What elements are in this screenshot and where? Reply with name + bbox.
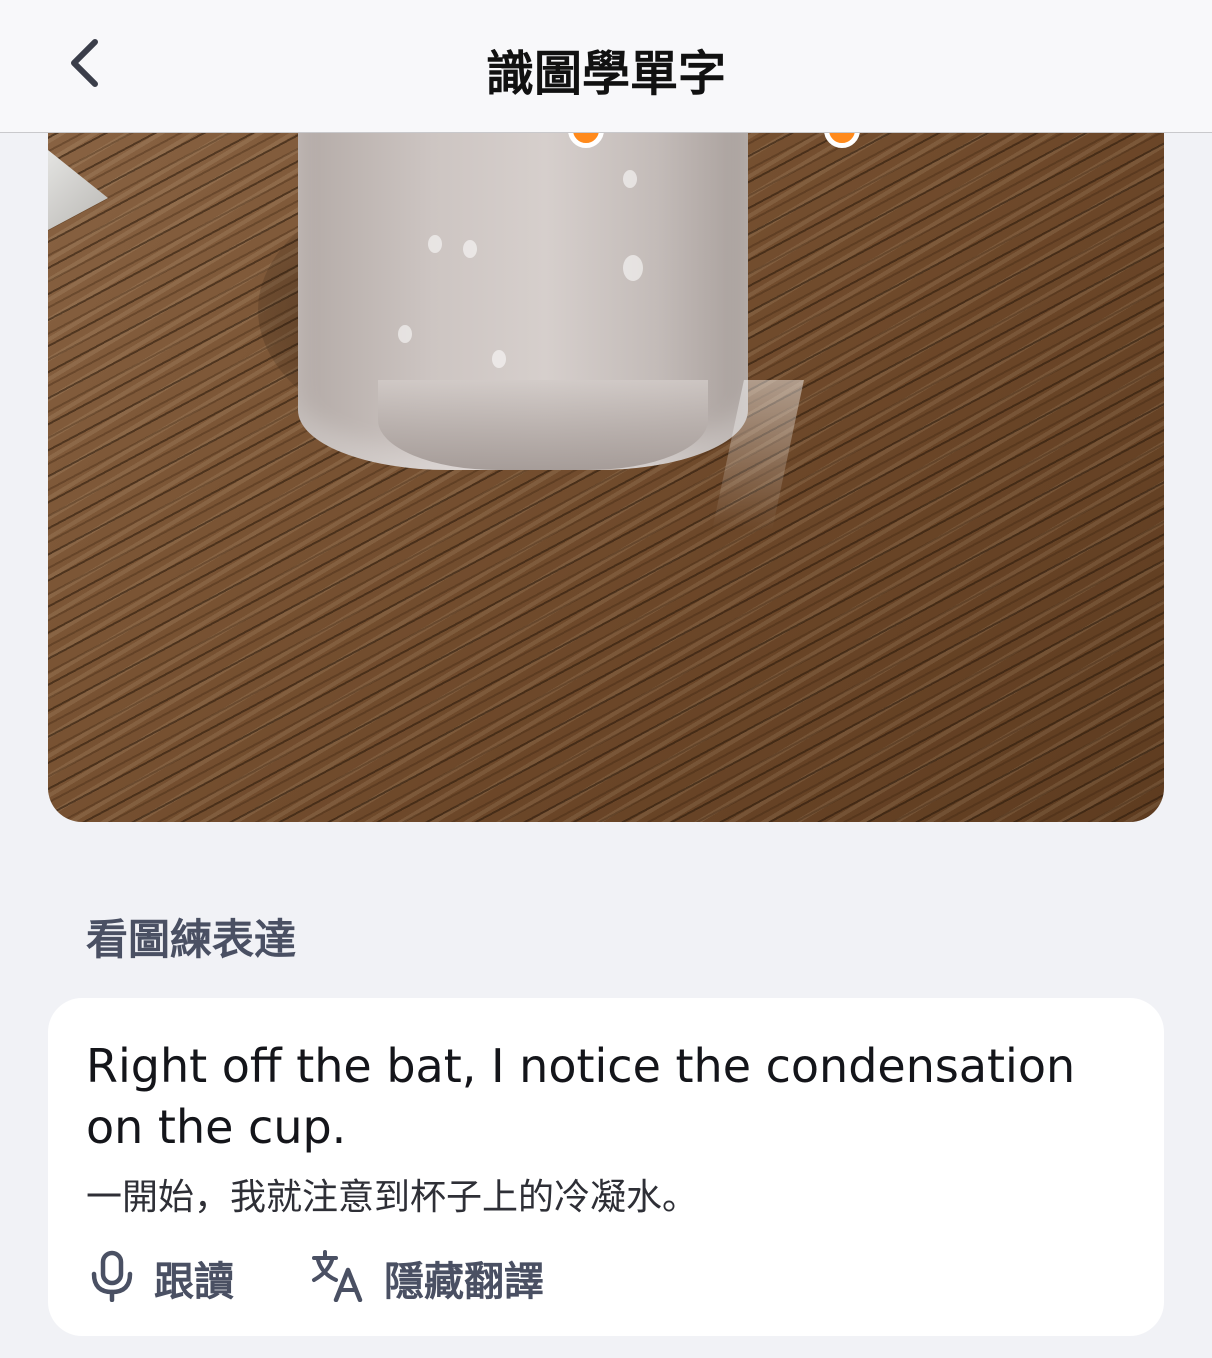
water-drop — [398, 325, 412, 343]
napkin-detail — [48, 150, 108, 230]
translate-icon — [310, 1250, 366, 1306]
english-sentence: Right off the bat, I notice the condensa… — [86, 1039, 1076, 1154]
chinese-translation: 一開始，我就注意到杯子上的冷凝水。 — [86, 1177, 699, 1218]
repeat-after-button[interactable]: 跟讀 — [88, 1248, 234, 1308]
water-drop — [623, 255, 643, 281]
section-title: 看圖練表達 — [86, 915, 297, 964]
expression-card: Right off the bat, I notice the condensa… — [48, 998, 1164, 1336]
repeat-after-label: 跟讀 — [154, 1259, 234, 1305]
water-drop — [463, 240, 477, 258]
microphone-icon — [88, 1250, 136, 1306]
app-root: 識圖學單字 看圖練表達 Right off the bat, I notice … — [0, 0, 1212, 1358]
navigation-bar: 識圖學單字 — [0, 0, 1212, 133]
water-drop — [623, 170, 637, 188]
hide-translation-label: 隱藏翻譯 — [384, 1259, 544, 1305]
hide-translation-button[interactable]: 隱藏翻譯 — [310, 1248, 544, 1308]
water-drop — [492, 350, 506, 368]
water-drop — [428, 235, 442, 253]
cup-base-image — [378, 380, 708, 470]
page-title: 識圖學單字 — [485, 46, 726, 102]
